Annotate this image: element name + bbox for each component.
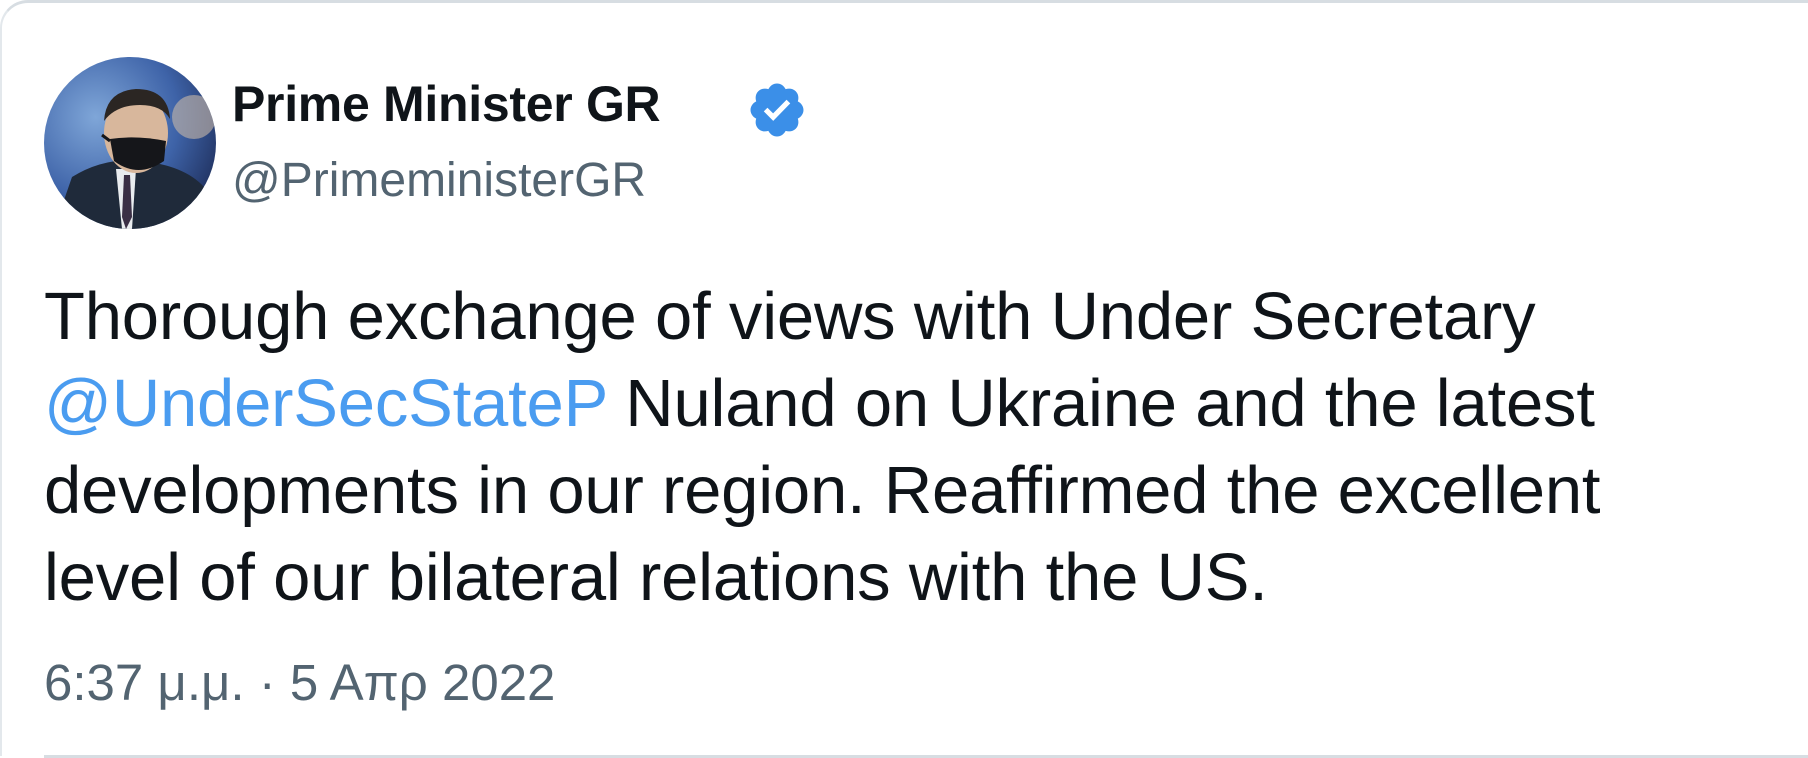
tweet-text-line: developments in our region. Reaffirmed t… <box>44 447 1804 534</box>
mention-link[interactable]: @UnderSecStateP <box>44 366 607 441</box>
tweet-card: Prime Minister GR @PrimeministerGR Thoro… <box>0 0 1808 758</box>
avatar-photo <box>44 57 216 229</box>
verified-badge-icon <box>746 79 808 141</box>
tweet-text-line: @UnderSecStateP Nuland on Ukraine and th… <box>44 360 1804 447</box>
text-segment: developments in our region. Reaffirmed t… <box>44 453 1601 528</box>
text-segment: Nuland on Ukraine and the latest <box>606 366 1595 441</box>
author-handle[interactable]: @PrimeministerGR <box>232 153 646 208</box>
text-segment: level of our bilateral relations with th… <box>44 540 1268 615</box>
author-avatar[interactable] <box>44 57 216 229</box>
tweet-timestamp[interactable]: 6:37 μ.μ. · 5 Απρ 2022 <box>44 653 555 712</box>
text-segment: Thorough exchange of views with Under Se… <box>44 279 1536 354</box>
tweet-text-line: level of our bilateral relations with th… <box>44 534 1804 621</box>
tweet-text: Thorough exchange of views with Under Se… <box>44 273 1804 621</box>
tweet-text-line: Thorough exchange of views with Under Se… <box>44 273 1804 360</box>
author-display-name[interactable]: Prime Minister GR <box>232 75 661 133</box>
